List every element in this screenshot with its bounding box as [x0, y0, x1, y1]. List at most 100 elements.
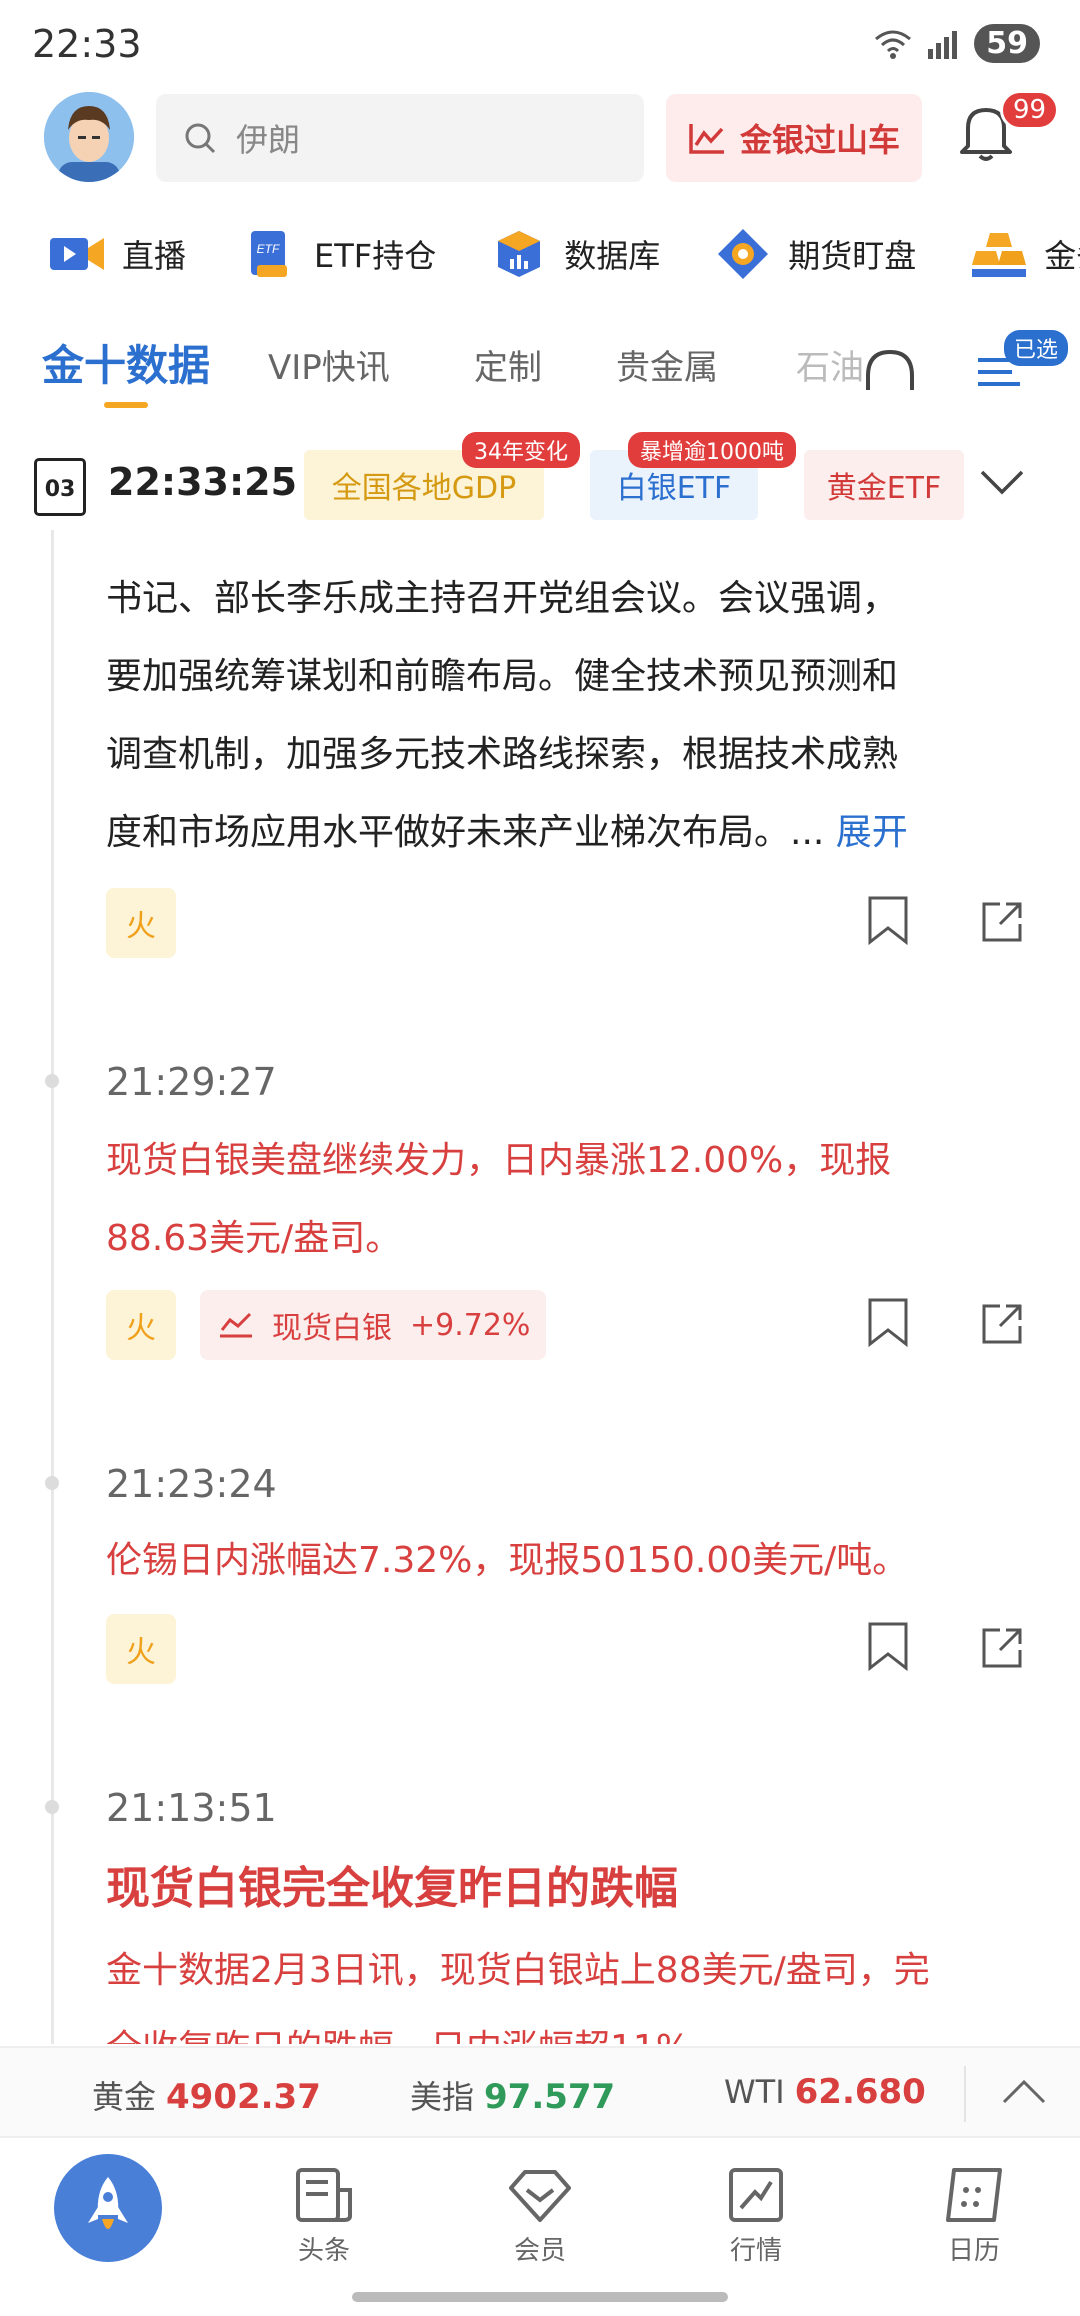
quick-nav: 直播 ETF ETF持仓 数据库 期货盯盘 金条 [0, 218, 1080, 290]
topic-chip-label: 白银ETF [616, 471, 732, 506]
chevron-down-icon[interactable] [978, 468, 1026, 498]
ticker-value: 62.680 [794, 2072, 926, 2112]
hot-badge: 火 [106, 888, 176, 958]
news-item-body[interactable]: 书记、部长李乐成主持召开党组会议。会议强调， 要加强统筹谋划和前瞻布局。健全技术… [106, 560, 1006, 872]
quick-nav-label: 数据库 [564, 237, 661, 275]
svg-text:ETF: ETF [257, 242, 280, 256]
home-indicator[interactable] [352, 2292, 728, 2302]
tab-custom[interactable]: 定制 [474, 340, 542, 389]
news-item-body[interactable]: 金十数据2月3日讯，现货白银站上88美元/盎司，完 全收复昨日的跌幅，日内涨幅超… [106, 1932, 1006, 2044]
chevron-up-icon[interactable] [1000, 2076, 1048, 2106]
news-time: 21:29:27 [106, 1060, 277, 1104]
ticker-dollar-index[interactable]: 美指 97.577 [410, 2072, 615, 2118]
news-feed[interactable]: 书记、部长李乐成主持召开党组会议。会议强调， 要加强统筹谋划和前瞻布局。健全技术… [0, 530, 1080, 2044]
nav-label: 行情 [729, 2236, 782, 2266]
topic-chip-badge: 暴增逾1000吨 [628, 432, 796, 468]
nav-calendar[interactable]: 日历 [914, 2160, 1034, 2267]
topic-chip-badge: 34年变化 [462, 432, 580, 468]
avatar-illustration [44, 92, 134, 182]
date-topic-row: 03 22:33:25 34年变化 全国各地GDP 暴增逾1000吨 白银ETF… [0, 432, 1080, 530]
news-line: 金十数据2月3日讯，现货白银站上88美元/盎司，完 [106, 1950, 930, 1991]
bookmark-icon[interactable] [866, 894, 910, 946]
promo-button[interactable]: 金银过山车 [666, 94, 922, 182]
headphones-icon[interactable] [860, 346, 920, 396]
search-bar[interactable]: 伊朗 [156, 94, 644, 182]
quick-nav-live[interactable]: 直播 [48, 229, 186, 279]
active-tab-indicator [104, 402, 148, 408]
market-chart-icon [729, 2168, 783, 2222]
tab-precious-metals[interactable]: 贵金属 [616, 340, 718, 389]
search-icon [185, 123, 216, 154]
hot-badge: 火 [106, 1290, 176, 1360]
topic-chip-silver-etf[interactable]: 暴增逾1000吨 白银ETF [590, 432, 796, 520]
bookmark-icon[interactable] [866, 1296, 910, 1348]
topic-chip-label: 黄金ETF [826, 471, 942, 506]
bookmark-icon[interactable] [866, 1620, 910, 1672]
calendar-icon[interactable]: 03 [34, 458, 86, 516]
ticker-divider [964, 2066, 966, 2122]
quick-nav-gold-bar[interactable]: 金条 [970, 229, 1080, 279]
futures-icon [714, 229, 772, 279]
topic-chip-gdp[interactable]: 34年变化 全国各地GDP [304, 432, 580, 520]
diamond-icon [509, 2170, 571, 2222]
quick-nav-etf[interactable]: ETF ETF持仓 [240, 229, 436, 279]
ticker-label: 美指 [410, 2078, 475, 2116]
expand-link[interactable]: 展开 [836, 812, 908, 853]
notification-badge: 99 [1000, 90, 1060, 130]
live-video-icon [48, 229, 106, 279]
battery-indicator: 59 [974, 24, 1040, 63]
news-line: 伦锡日内涨幅达7.32%，现报50150.00美元/吨。 [106, 1540, 909, 1581]
ticker-label: 黄金 [92, 2078, 157, 2116]
tab-vip-flash[interactable]: VIP快讯 [268, 340, 390, 389]
news-line: 度和市场应用水平做好未来产业梯次布局。... [106, 812, 825, 853]
news-headline[interactable]: 现货白银完全收复昨日的跌幅 [106, 1852, 678, 1916]
tab-jin10-data[interactable]: 金十数据 [42, 332, 210, 393]
news-line: 调查机制，加强多元技术路线探索，根据技术成熟 [106, 734, 899, 775]
ticker-gold[interactable]: 黄金 4902.37 [92, 2072, 321, 2118]
news-time: 21:13:51 [106, 1786, 277, 1830]
database-icon [490, 229, 548, 279]
selected-badge: 已选 [1004, 330, 1069, 366]
hot-badge: 火 [106, 1614, 176, 1684]
quick-nav-label: 金条 [1044, 237, 1080, 275]
related-quote-chip[interactable]: 现货白银 +9.72% [200, 1290, 546, 1360]
timeline-line [51, 530, 54, 2044]
nav-label: 头条 [297, 2236, 350, 2266]
news-line: 88.63美元/盎司。 [106, 1218, 402, 1259]
rocket-home-button[interactable] [54, 2154, 162, 2262]
quick-nav-database[interactable]: 数据库 [490, 229, 660, 279]
notification-button[interactable]: 99 [958, 90, 1060, 172]
news-item-body[interactable]: 现货白银美盘继续发力，日内暴涨12.00%，现报 88.63美元/盎司。 [106, 1122, 1006, 1278]
news-line: 书记、部长李乐成主持召开党组会议。会议强调， [106, 578, 899, 619]
topic-chip-gold-etf[interactable]: 黄金ETF [804, 450, 964, 520]
avatar[interactable] [44, 92, 134, 182]
ticker-value: 4902.37 [166, 2077, 321, 2117]
signal-icon [928, 30, 958, 59]
status-time: 22:33 [32, 22, 142, 66]
category-tabs: 金十数据 VIP快讯 定制 贵金属 石油 已选 [0, 330, 1080, 420]
nav-membership[interactable]: 会员 [480, 2160, 600, 2267]
topic-chip-label: 全国各地GDP [331, 471, 517, 506]
live-clock: 22:33:25 [108, 460, 298, 504]
promo-label: 金银过山车 [739, 121, 900, 159]
quick-nav-label: ETF持仓 [314, 237, 437, 275]
ticker-wti[interactable]: WTI 62.680 [724, 2072, 926, 2112]
trend-chart-icon [689, 124, 724, 154]
quick-nav-label: 直播 [122, 237, 187, 275]
bottom-nav: 头条 会员 行情 日历 [0, 2140, 1080, 2316]
news-item-body[interactable]: 伦锡日内涨幅达7.32%，现报50150.00美元/吨。 [106, 1522, 1006, 1600]
nav-headlines[interactable]: 头条 [264, 2160, 384, 2267]
status-icons: 59 [874, 24, 1040, 63]
tab-oil[interactable]: 石油 [796, 340, 864, 389]
ticker-value: 97.577 [484, 2077, 616, 2117]
wifi-icon [875, 30, 912, 59]
share-icon[interactable] [980, 900, 1024, 944]
quick-nav-futures[interactable]: 期货盯盘 [714, 229, 916, 279]
market-ticker[interactable]: 黄金 4902.37 美指 97.577 WTI 62.680 [0, 2046, 1080, 2138]
share-icon[interactable] [980, 1626, 1024, 1670]
nav-quotes[interactable]: 行情 [696, 2160, 816, 2267]
ticker-label: WTI [724, 2073, 785, 2111]
quote-change: +9.72% [410, 1307, 531, 1343]
newspaper-icon [296, 2168, 352, 2222]
share-icon[interactable] [980, 1302, 1024, 1346]
